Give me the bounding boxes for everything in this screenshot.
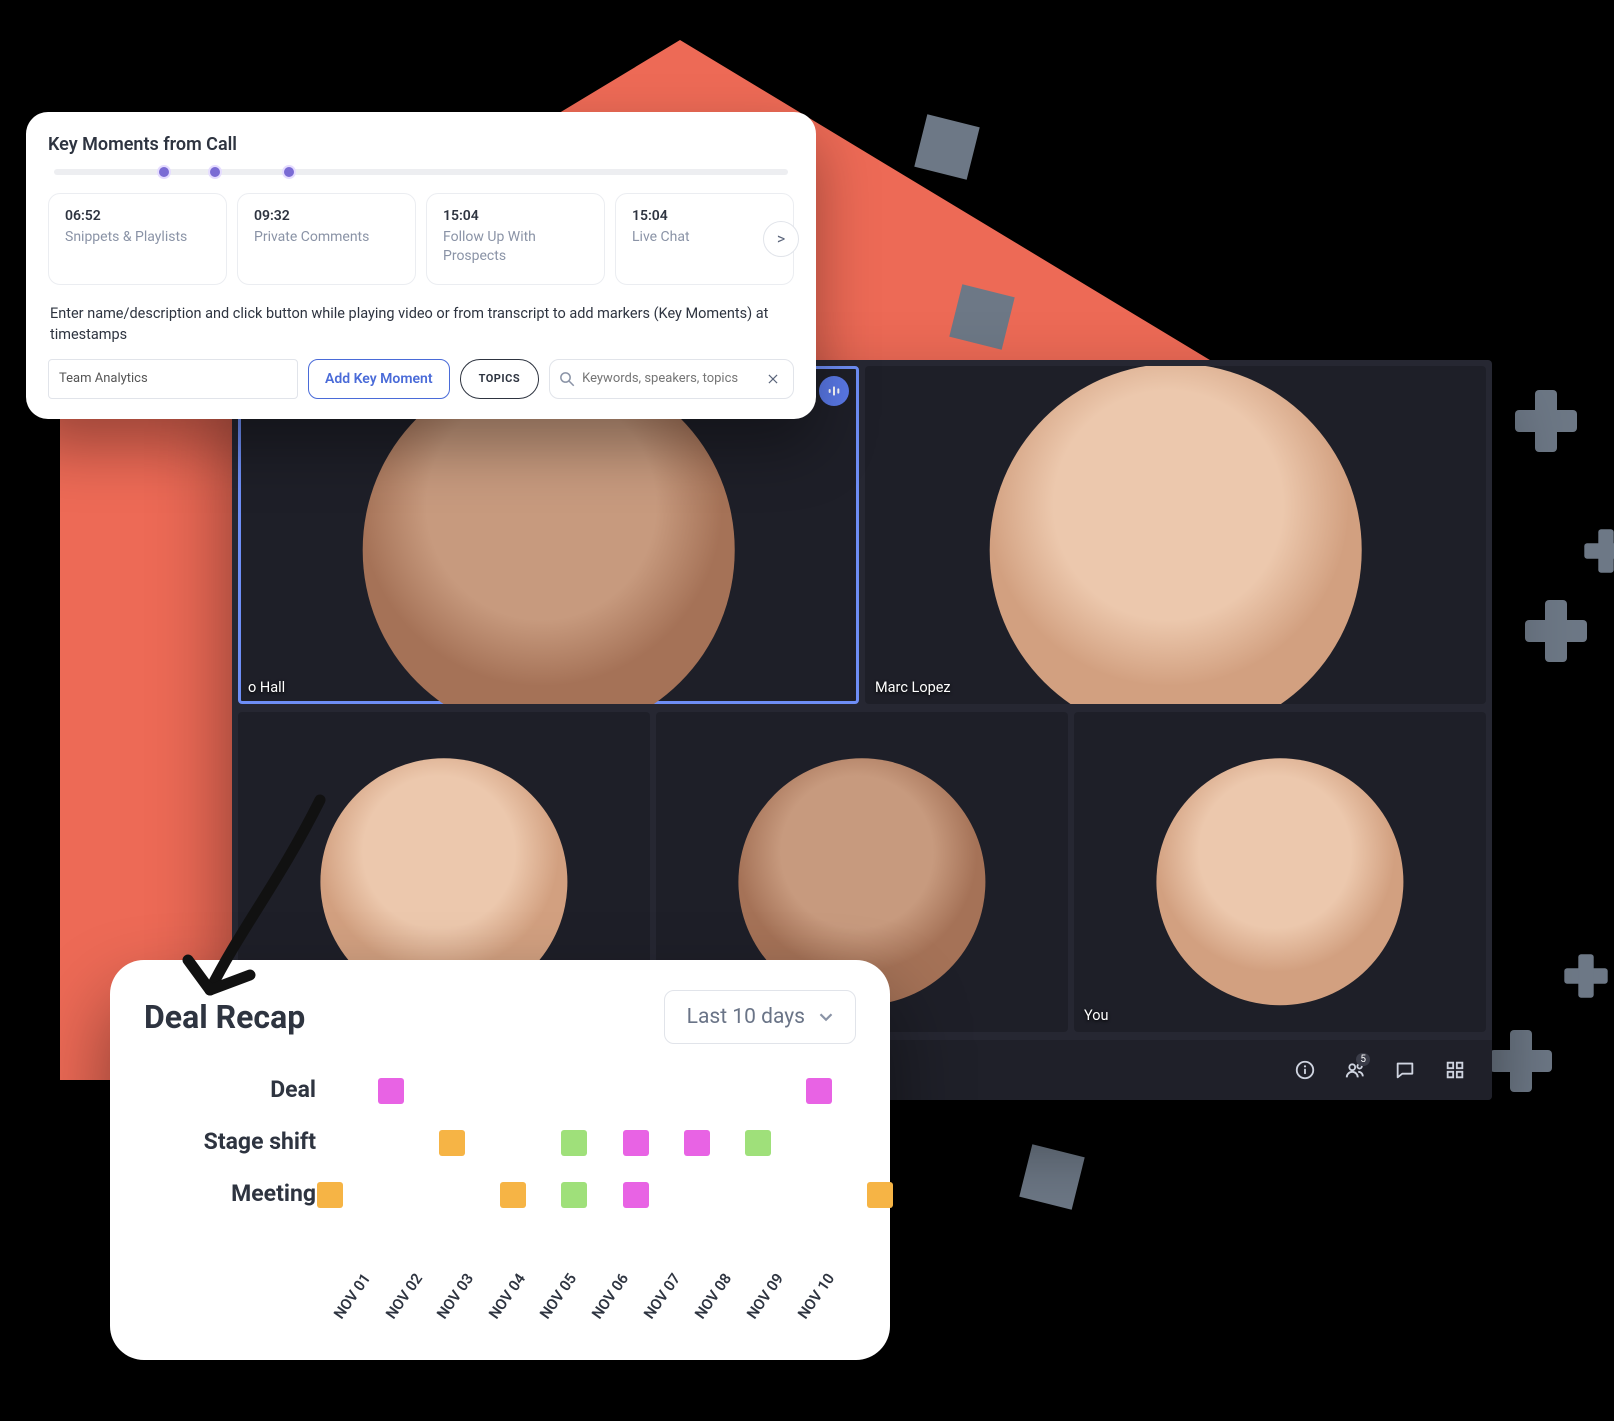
avatar xyxy=(989,366,1362,704)
chart-x-tick: NOV 10 xyxy=(794,1270,838,1322)
chart-point[interactable] xyxy=(378,1078,404,1104)
chat-icon[interactable] xyxy=(1386,1051,1424,1089)
date-range-select[interactable]: Last 10 days xyxy=(664,990,856,1044)
timeline-marker[interactable] xyxy=(157,165,171,179)
moment-label: Follow Up With Prospects xyxy=(443,228,588,266)
chart-row-label: Meeting xyxy=(231,1180,316,1207)
chart-point[interactable] xyxy=(623,1182,649,1208)
decor-plus-icon xyxy=(1584,529,1614,572)
chart-point[interactable] xyxy=(317,1182,343,1208)
decor-plus-icon xyxy=(1490,1030,1552,1092)
chart-x-tick: NOV 08 xyxy=(691,1270,735,1322)
decor-square xyxy=(914,114,979,179)
speaking-badge-icon xyxy=(819,376,849,406)
chart-point[interactable] xyxy=(806,1078,832,1104)
chart-x-tick: NOV 05 xyxy=(536,1270,580,1322)
moment-time: 15:04 xyxy=(443,208,588,224)
key-moment-card[interactable]: 15:04 Follow Up With Prospects xyxy=(426,193,605,285)
moment-time: 06:52 xyxy=(65,208,210,224)
decor-plus-icon xyxy=(1564,954,1607,997)
date-range-value: Last 10 days xyxy=(687,1005,805,1029)
key-moment-card[interactable]: 09:32 Private Comments xyxy=(237,193,416,285)
chart-point[interactable] xyxy=(867,1182,893,1208)
moment-label: Live Chat xyxy=(632,228,777,247)
clear-search-icon[interactable] xyxy=(761,367,785,391)
moment-name-input[interactable] xyxy=(48,359,298,399)
panel-title: Key Moments from Call xyxy=(48,134,794,155)
chart-x-tick: NOV 01 xyxy=(330,1270,374,1322)
participant-name: You xyxy=(1084,1007,1109,1024)
chart-x-tick: NOV 06 xyxy=(588,1270,632,1322)
participant-tile[interactable]: Marc Lopez xyxy=(865,366,1486,704)
activities-icon[interactable] xyxy=(1436,1051,1474,1089)
moment-time: 15:04 xyxy=(632,208,777,224)
people-count-badge: 5 xyxy=(1356,1053,1370,1066)
chart-point[interactable] xyxy=(623,1130,649,1156)
people-icon[interactable]: 5 xyxy=(1336,1051,1374,1089)
arrow-icon xyxy=(170,790,360,1030)
chart-point[interactable] xyxy=(684,1130,710,1156)
chart-x-tick: NOV 09 xyxy=(743,1270,787,1322)
chart-point[interactable] xyxy=(561,1182,587,1208)
decor-square xyxy=(1019,1144,1084,1209)
key-moments-panel: Key Moments from Call 06:52 Snippets & P… xyxy=(26,112,816,419)
chart-point[interactable] xyxy=(561,1130,587,1156)
chart-row-label: Deal xyxy=(270,1076,316,1103)
key-moment-card[interactable]: 15:04 Live Chat > xyxy=(615,193,794,285)
decor-plus-icon xyxy=(1525,600,1587,662)
next-cards-button[interactable]: > xyxy=(763,221,799,257)
add-key-moment-button[interactable]: Add Key Moment xyxy=(308,359,450,399)
moment-time: 09:32 xyxy=(254,208,399,224)
topics-button[interactable]: TOPICS xyxy=(460,359,540,399)
chart-x-tick: NOV 03 xyxy=(433,1270,477,1322)
search-field[interactable] xyxy=(549,359,794,399)
participant-name: o Hall xyxy=(248,679,285,696)
info-icon[interactable] xyxy=(1286,1051,1324,1089)
chart-point[interactable] xyxy=(745,1130,771,1156)
timeline-marker[interactable] xyxy=(208,165,222,179)
chart-row-label: Stage shift xyxy=(204,1128,316,1155)
search-icon xyxy=(558,370,576,388)
chart-x-tick: NOV 04 xyxy=(485,1270,529,1322)
key-moment-card[interactable]: 06:52 Snippets & Playlists xyxy=(48,193,227,285)
moment-label: Snippets & Playlists xyxy=(65,228,210,247)
chevron-down-icon xyxy=(815,1006,837,1028)
participant-name: Marc Lopez xyxy=(875,679,951,696)
helper-text: Enter name/description and click button … xyxy=(50,303,792,345)
chart-point[interactable] xyxy=(500,1182,526,1208)
decor-plus-icon xyxy=(1515,390,1577,452)
participant-tile[interactable]: You xyxy=(1074,712,1486,1032)
timeline-marker[interactable] xyxy=(282,165,296,179)
moment-label: Private Comments xyxy=(254,228,399,247)
timeline-track[interactable] xyxy=(54,169,788,175)
chart-point[interactable] xyxy=(439,1130,465,1156)
avatar xyxy=(1156,758,1403,1005)
search-input[interactable] xyxy=(576,371,761,386)
chart-x-tick: NOV 02 xyxy=(382,1270,426,1322)
deal-recap-chart: NOV 01NOV 02NOV 03NOV 04NOV 05NOV 06NOV … xyxy=(144,1070,856,1270)
chart-x-tick: NOV 07 xyxy=(640,1270,684,1322)
